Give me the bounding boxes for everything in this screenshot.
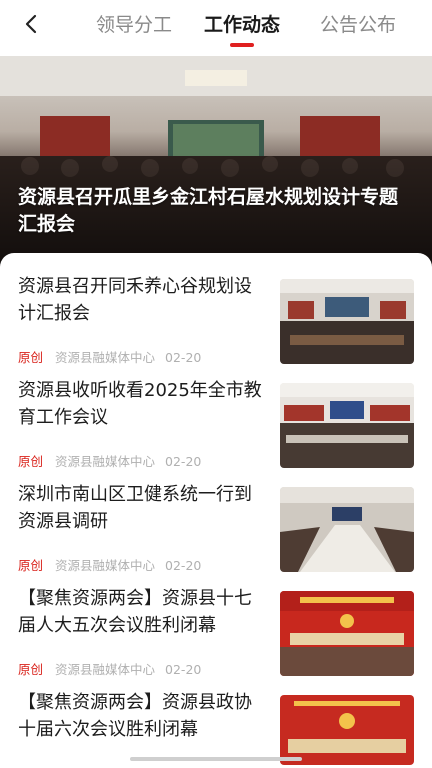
news-thumbnail <box>280 591 414 676</box>
news-item[interactable]: 【聚焦资源两会】资源县十七届人大五次会议胜利闭幕 原创 资源县融媒体中心 02-20 <box>18 573 414 677</box>
tab-label: 公告公布 <box>319 14 396 36</box>
news-date: 02-20 <box>165 454 202 469</box>
news-source: 资源县融媒体中心 <box>55 558 156 573</box>
active-tab-indicator <box>230 43 254 47</box>
news-thumbnail <box>280 279 414 364</box>
news-meta: 原创 资源县融媒体中心 02-20 <box>18 451 201 470</box>
original-tag: 原创 <box>18 662 44 677</box>
banner-title: 资源县召开瓜里乡金江村石屋水规划设计专题汇报会 <box>18 186 399 235</box>
tab-leader-division[interactable]: 领导分工 <box>82 12 186 38</box>
original-tag: 原创 <box>18 350 44 365</box>
news-date: 02-20 <box>165 662 202 677</box>
back-button[interactable] <box>18 10 46 38</box>
tab-bar: 领导分工 工作动态 公告公布 <box>82 12 418 47</box>
news-item[interactable]: 资源县召开同禾养心谷规划设计汇报会 原创 资源县融媒体中心 02-20 <box>18 261 414 365</box>
tab-label: 领导分工 <box>95 14 172 36</box>
news-item[interactable]: 深圳市南山区卫健系统一行到资源县调研 原创 资源县融媒体中心 02-20 <box>18 469 414 573</box>
news-title: 资源县收听收看2025年全市教育工作会议 <box>18 380 262 428</box>
banner-photo <box>0 56 432 271</box>
news-title: 【聚焦资源两会】资源县政协十届六次会议胜利闭幕 <box>18 692 252 740</box>
news-item[interactable]: 【聚焦资源两会】资源县政协十届六次会议胜利闭幕 <box>18 677 414 768</box>
news-title: 【聚焦资源两会】资源县十七届人大五次会议胜利闭幕 <box>18 588 252 636</box>
news-thumbnail <box>280 383 414 468</box>
news-thumbnail <box>280 487 414 572</box>
headline-banner[interactable]: 资源县召开瓜里乡金江村石屋水规划设计专题汇报会 <box>0 56 432 271</box>
news-source: 资源县融媒体中心 <box>55 454 156 469</box>
news-meta: 原创 资源县融媒体中心 02-20 <box>18 555 201 574</box>
original-tag: 原创 <box>18 454 44 469</box>
news-title: 资源县召开同禾养心谷规划设计汇报会 <box>18 276 252 324</box>
news-item[interactable]: 资源县收听收看2025年全市教育工作会议 原创 资源县融媒体中心 02-20 <box>18 365 414 469</box>
news-source: 资源县融媒体中心 <box>55 350 156 365</box>
home-indicator[interactable] <box>130 757 302 761</box>
news-meta: 原创 资源县融媒体中心 02-20 <box>18 347 201 366</box>
news-title: 深圳市南山区卫健系统一行到资源县调研 <box>18 484 252 532</box>
top-bar: 领导分工 工作动态 公告公布 <box>0 0 432 52</box>
tab-label: 工作动态 <box>203 14 280 36</box>
news-thumbnail <box>280 695 414 765</box>
tab-work-news[interactable]: 工作动态 <box>186 12 298 47</box>
chevron-left-icon <box>25 14 37 34</box>
news-date: 02-20 <box>165 350 202 365</box>
original-tag: 原创 <box>18 558 44 573</box>
news-list: 资源县召开同禾养心谷规划设计汇报会 原创 资源县融媒体中心 02-20 资源县收听收… <box>0 253 432 768</box>
news-source: 资源县融媒体中心 <box>55 662 156 677</box>
tab-announcements[interactable]: 公告公布 <box>298 12 418 38</box>
news-meta: 原创 资源县融媒体中心 02-20 <box>18 659 201 678</box>
news-date: 02-20 <box>165 558 202 573</box>
